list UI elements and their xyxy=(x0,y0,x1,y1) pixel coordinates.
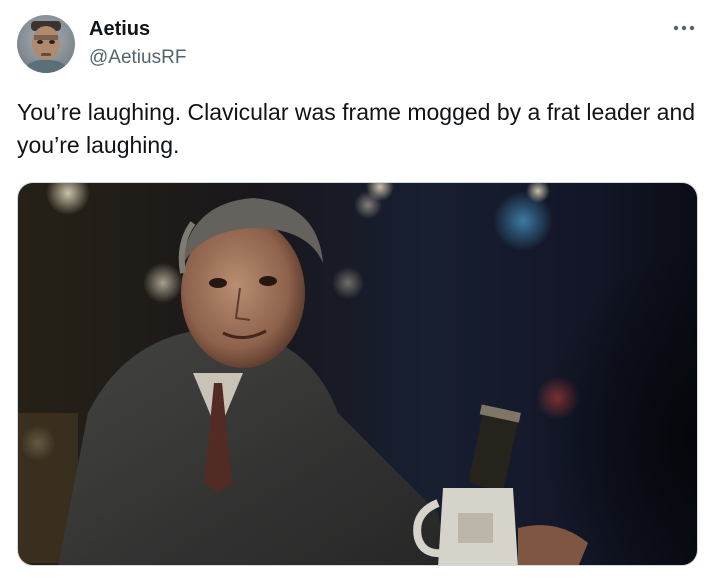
more-horizontal-icon xyxy=(673,25,695,31)
tweet-card: Aetius @AetiusRF You’re laughing. Clavic… xyxy=(0,0,709,583)
tweet-text: You’re laughing. Clavicular was frame mo… xyxy=(17,99,702,158)
profile-avatar-icon xyxy=(17,15,75,73)
author-handle[interactable]: @AetiusRF xyxy=(89,46,186,70)
photo-icon xyxy=(18,183,697,565)
avatar[interactable] xyxy=(17,15,75,73)
tweet-media-image[interactable] xyxy=(17,182,698,566)
more-options-button[interactable] xyxy=(670,18,698,38)
author-display-name[interactable]: Aetius xyxy=(89,17,150,41)
